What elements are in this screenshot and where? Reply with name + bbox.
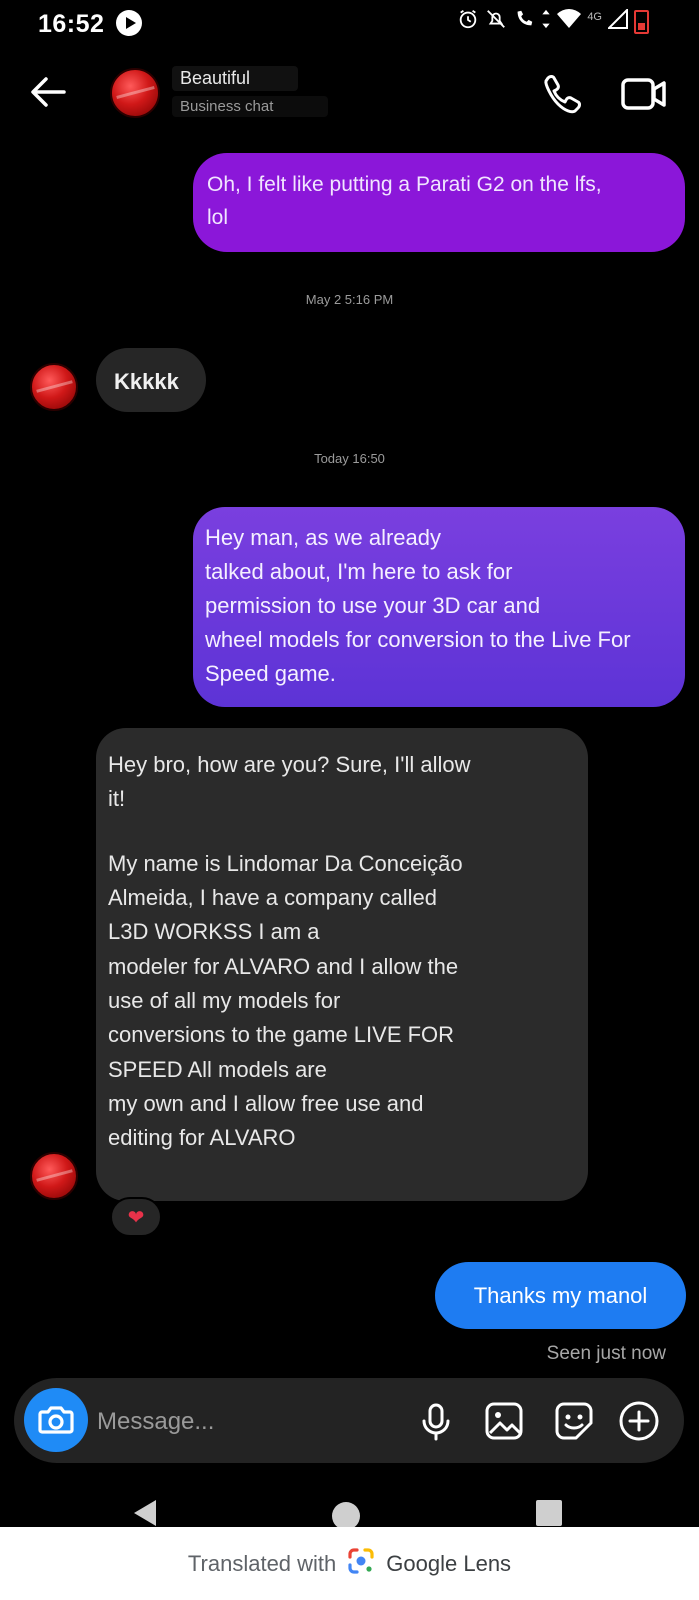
message-line: wheel models for conversion to the Live …: [205, 627, 631, 653]
nav-recents-icon[interactable]: [536, 1500, 562, 1526]
outgoing-message-bubble[interactable]: Hey man, as we already talked about, I'm…: [193, 507, 685, 707]
message-timestamp: Today 16:50: [314, 451, 385, 466]
video-call-icon[interactable]: [620, 74, 668, 114]
message-paragraph: My name is Lindomar Da Conceição Almeida…: [108, 850, 463, 1151]
google-lens-icon: [346, 1546, 376, 1581]
data-arrows-icon: [541, 8, 551, 36]
gallery-icon[interactable]: [482, 1399, 526, 1443]
microphone-icon[interactable]: [414, 1399, 458, 1443]
reaction-emoji: ❤: [127, 1206, 145, 1229]
message-line: Hey man, as we already: [205, 525, 441, 550]
translation-footer: Translated with Google Lens: [0, 1527, 699, 1600]
message-line: Speed game.: [205, 661, 336, 687]
contact-subtitle: Business chat: [172, 96, 328, 117]
alarm-icon: [457, 8, 479, 36]
google-lens-label: Google Lens: [386, 1550, 512, 1576]
back-arrow-icon[interactable]: [28, 72, 70, 112]
wifi-icon: [557, 9, 582, 35]
seen-status: Seen just now: [546, 1343, 666, 1364]
contact-message-avatar[interactable]: [30, 1152, 78, 1200]
outgoing-message-bubble[interactable]: Thanks my manol: [435, 1262, 686, 1329]
message-line: permission to use your 3D car and: [205, 593, 541, 619]
network-label: 4G: [587, 11, 602, 23]
contact-avatar[interactable]: [110, 68, 160, 118]
phone-call-icon[interactable]: [540, 72, 584, 116]
camera-button[interactable]: [24, 1388, 88, 1452]
contact-message-avatar[interactable]: [30, 363, 78, 411]
outgoing-message-bubble[interactable]: Oh, I felt like putting a Parati G2 on t…: [193, 153, 685, 252]
incoming-message-bubble[interactable]: Kkkkk: [96, 348, 206, 412]
play-icon: [116, 10, 142, 36]
message-input[interactable]: [95, 1403, 399, 1441]
status-time: 16:52: [38, 10, 105, 38]
mute-icon: [485, 8, 507, 36]
message-line: talked about, I'm here to ask for: [205, 559, 513, 585]
contact-name[interactable]: Beautiful: [172, 66, 298, 91]
add-icon[interactable]: [617, 1399, 661, 1443]
incoming-message-bubble[interactable]: Hey bro, how are you? Sure, I'll allow i…: [96, 728, 588, 1201]
translated-with-label: Translated with: [187, 1550, 337, 1576]
battery-low-icon: [634, 10, 649, 34]
message-text: Kkkkk: [114, 369, 179, 394]
camera-icon: [38, 1406, 74, 1434]
message-paragraph: Hey bro, how are you? Sure, I'll allow i…: [108, 752, 471, 812]
message-line: lol: [207, 205, 229, 229]
status-icons: 4G: [457, 7, 649, 36]
nav-home-icon[interactable]: [332, 1502, 360, 1530]
signal-icon: [606, 7, 628, 35]
message-line: Oh, I felt like putting a Parati G2 on t…: [207, 173, 602, 196]
message-timestamp: May 2 5:16 PM: [305, 292, 394, 307]
message-text: Thanks my manol: [473, 1283, 648, 1308]
heart-reaction-icon[interactable]: ❤: [110, 1197, 162, 1237]
wifi-calling-icon: [513, 8, 535, 36]
sticker-icon[interactable]: [552, 1399, 596, 1443]
